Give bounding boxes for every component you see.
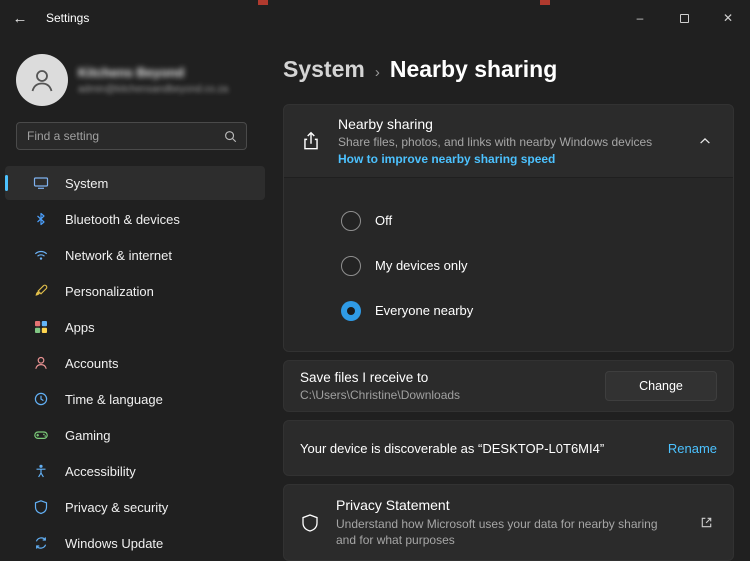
sidebar-item-personalization[interactable]: Personalization bbox=[5, 274, 265, 308]
wifi-icon bbox=[34, 250, 48, 260]
radio-option-off[interactable]: Off bbox=[341, 198, 717, 243]
privacy-shield-icon bbox=[302, 513, 318, 532]
breadcrumb-system[interactable]: System bbox=[283, 56, 365, 83]
bluetooth-icon bbox=[37, 212, 45, 226]
nearby-sharing-options: Off My devices only Everyone nearby bbox=[284, 177, 733, 351]
sidebar-item-bluetooth-devices[interactable]: Bluetooth & devices bbox=[5, 202, 265, 236]
accounts-person-icon bbox=[35, 356, 47, 369]
user-email: admin@kitchensandbeyond.co.za bbox=[78, 84, 229, 95]
radio-option-my-devices-only[interactable]: My devices only bbox=[341, 243, 717, 288]
settings-nav: System Bluetooth & devices Network & int… bbox=[0, 166, 272, 560]
accessibility-icon bbox=[36, 464, 46, 478]
sidebar: Kitchens Beyond admin@kitchensandbeyond.… bbox=[0, 36, 272, 554]
sidebar-item-label: Network & internet bbox=[65, 247, 172, 263]
radio-label: My devices only bbox=[375, 258, 468, 273]
sidebar-item-label: System bbox=[65, 175, 109, 191]
screen-artifact bbox=[540, 0, 550, 5]
titlebar: ← Settings – ✕ bbox=[0, 0, 750, 36]
sidebar-item-privacy-security[interactable]: Privacy & security bbox=[5, 490, 265, 524]
avatar bbox=[16, 54, 68, 106]
screen-artifact bbox=[258, 0, 268, 5]
breadcrumb: System › Nearby sharing bbox=[283, 56, 734, 86]
radio-label: Everyone nearby bbox=[375, 303, 474, 318]
back-button[interactable]: ← bbox=[0, 0, 40, 36]
nearby-sharing-description: Share files, photos, and links with near… bbox=[338, 135, 653, 149]
sidebar-item-gaming[interactable]: Gaming bbox=[5, 418, 265, 452]
save-files-title: Save files I receive to bbox=[300, 370, 429, 385]
sidebar-item-label: Apps bbox=[65, 319, 95, 335]
sidebar-item-apps[interactable]: Apps bbox=[5, 310, 265, 344]
external-link-icon bbox=[701, 517, 711, 528]
radio-off[interactable] bbox=[341, 210, 361, 231]
user-name: Kitchens Beyond bbox=[78, 65, 185, 80]
settings-cards: Nearby sharing Share files, photos, and … bbox=[283, 104, 734, 561]
search-icon[interactable] bbox=[223, 129, 238, 144]
update-arrows-icon bbox=[35, 537, 47, 549]
radio-label: Off bbox=[375, 213, 393, 228]
sidebar-item-label: Bluetooth & devices bbox=[65, 211, 180, 227]
device-discoverable-card: Your device is discoverable as “DESKTOP-… bbox=[283, 420, 734, 476]
gamepad-icon bbox=[34, 431, 48, 440]
nearby-sharing-title: Nearby sharing bbox=[338, 116, 433, 132]
close-button[interactable]: ✕ bbox=[706, 0, 750, 36]
radio-option-everyone-nearby[interactable]: Everyone nearby bbox=[341, 288, 717, 333]
sidebar-item-accessibility[interactable]: Accessibility bbox=[5, 454, 265, 488]
main-content: System › Nearby sharing Nearby sharing S… bbox=[283, 36, 734, 561]
person-icon bbox=[31, 70, 53, 92]
change-button[interactable]: Change bbox=[605, 371, 717, 401]
improve-speed-link[interactable]: How to improve nearby sharing speed bbox=[338, 152, 675, 166]
nearby-sharing-card: Nearby sharing Share files, photos, and … bbox=[283, 104, 734, 352]
sidebar-item-label: Time & language bbox=[65, 391, 163, 407]
paintbrush-icon bbox=[35, 284, 48, 296]
sidebar-item-label: Privacy & security bbox=[65, 499, 169, 515]
sidebar-item-label: Personalization bbox=[65, 283, 154, 299]
nearby-sharing-expander-header[interactable]: Nearby sharing Share files, photos, and … bbox=[284, 105, 733, 177]
share-icon bbox=[304, 131, 318, 150]
search-box bbox=[16, 122, 247, 150]
rename-link[interactable]: Rename bbox=[668, 441, 717, 456]
sidebar-item-label: Accounts bbox=[65, 355, 119, 371]
breadcrumb-separator: › bbox=[374, 64, 380, 81]
sidebar-item-time-language[interactable]: Time & language bbox=[5, 382, 265, 416]
maximize-button[interactable] bbox=[662, 0, 706, 36]
sidebar-item-windows-update[interactable]: Windows Update bbox=[5, 526, 265, 560]
save-files-card: Save files I receive to C:\Users\Christi… bbox=[283, 360, 734, 412]
page-title: Nearby sharing bbox=[389, 56, 558, 82]
account-profile[interactable]: Kitchens Beyond admin@kitchensandbeyond.… bbox=[0, 36, 272, 122]
search-input[interactable] bbox=[17, 129, 223, 143]
maximize-icon bbox=[679, 13, 689, 23]
back-icon: ← bbox=[12, 9, 28, 27]
radio-my-devices-only[interactable] bbox=[341, 255, 361, 276]
device-discoverable-text: Your device is discoverable as “DESKTOP-… bbox=[300, 440, 605, 456]
apps-grid-icon bbox=[35, 321, 47, 333]
radio-everyone-nearby[interactable] bbox=[341, 300, 361, 321]
sidebar-item-accounts[interactable]: Accounts bbox=[5, 346, 265, 380]
sidebar-item-label: Windows Update bbox=[65, 535, 164, 551]
close-icon: ✕ bbox=[722, 11, 734, 25]
minimize-icon: – bbox=[636, 11, 644, 25]
collapse-toggle[interactable] bbox=[691, 134, 719, 148]
privacy-statement-title: Privacy Statement bbox=[336, 497, 450, 513]
save-files-path: C:\Users\Christine\Downloads bbox=[300, 388, 461, 402]
privacy-statement-description: Understand how Microsoft uses your data … bbox=[336, 517, 658, 548]
system-icon bbox=[33, 177, 49, 189]
open-external-button[interactable] bbox=[693, 515, 719, 530]
chevron-up-icon bbox=[700, 138, 710, 144]
shield-icon bbox=[34, 500, 48, 515]
privacy-statement-card[interactable]: Privacy Statement Understand how Microso… bbox=[283, 484, 734, 561]
window-title: Settings bbox=[46, 11, 90, 25]
clock-icon bbox=[34, 392, 48, 406]
minimize-button[interactable]: – bbox=[618, 0, 662, 36]
sidebar-item-label: Gaming bbox=[65, 427, 111, 443]
sidebar-item-network-internet[interactable]: Network & internet bbox=[5, 238, 265, 272]
sidebar-item-system[interactable]: System bbox=[5, 166, 265, 200]
sidebar-item-label: Accessibility bbox=[65, 463, 136, 479]
